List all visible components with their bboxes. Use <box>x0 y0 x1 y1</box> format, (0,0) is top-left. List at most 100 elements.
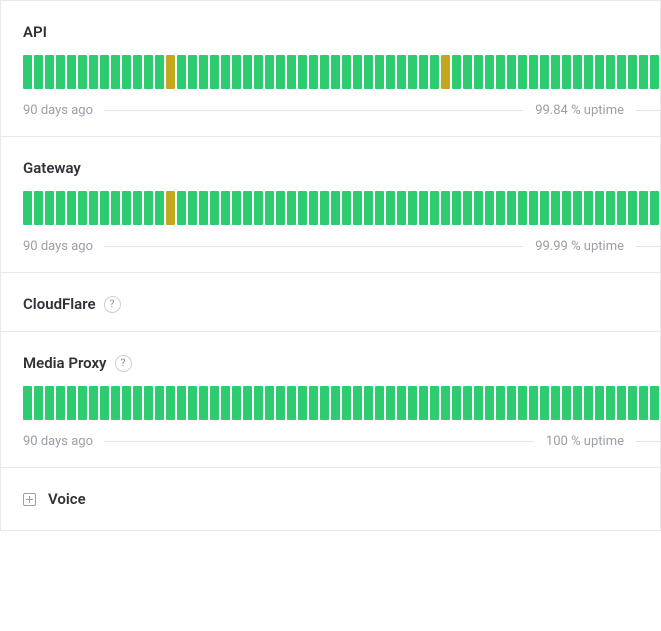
uptime-day-bar[interactable] <box>221 55 230 89</box>
uptime-day-bar[interactable] <box>606 386 615 420</box>
uptime-day-bar[interactable] <box>562 55 571 89</box>
uptime-day-bar[interactable] <box>419 386 428 420</box>
uptime-day-bar[interactable] <box>364 55 373 89</box>
uptime-day-bar[interactable] <box>408 55 417 89</box>
uptime-day-bar[interactable] <box>628 386 637 420</box>
uptime-day-bar[interactable] <box>463 55 472 89</box>
uptime-day-bar[interactable] <box>518 55 527 89</box>
uptime-day-bar[interactable] <box>67 386 76 420</box>
uptime-day-bar[interactable] <box>573 386 582 420</box>
uptime-day-bar[interactable] <box>221 191 230 225</box>
uptime-day-bar[interactable] <box>474 386 483 420</box>
uptime-day-bar[interactable] <box>606 55 615 89</box>
uptime-day-bar[interactable] <box>452 386 461 420</box>
help-icon[interactable]: ? <box>104 296 121 313</box>
uptime-day-bar[interactable] <box>485 386 494 420</box>
uptime-day-bar[interactable] <box>287 386 296 420</box>
uptime-day-bar[interactable] <box>23 386 32 420</box>
uptime-day-bar[interactable] <box>122 191 131 225</box>
component-group-voice[interactable]: Voice <box>1 468 660 530</box>
uptime-day-bar[interactable] <box>133 386 142 420</box>
uptime-day-bar[interactable] <box>56 191 65 225</box>
uptime-day-bar[interactable] <box>606 191 615 225</box>
uptime-day-bar[interactable] <box>496 386 505 420</box>
uptime-day-bar[interactable] <box>551 191 560 225</box>
uptime-day-bar[interactable] <box>298 386 307 420</box>
uptime-day-bar[interactable] <box>430 386 439 420</box>
uptime-day-bar[interactable] <box>518 386 527 420</box>
uptime-day-bar[interactable] <box>617 191 626 225</box>
uptime-day-bar[interactable] <box>441 386 450 420</box>
uptime-day-bar[interactable] <box>353 55 362 89</box>
uptime-day-bar[interactable] <box>166 386 175 420</box>
uptime-day-bar[interactable] <box>397 191 406 225</box>
uptime-day-bar[interactable] <box>177 55 186 89</box>
uptime-day-bar[interactable] <box>144 191 153 225</box>
uptime-day-bar[interactable] <box>78 191 87 225</box>
uptime-day-bar[interactable] <box>386 55 395 89</box>
uptime-day-bar[interactable] <box>342 191 351 225</box>
uptime-day-bar[interactable] <box>89 386 98 420</box>
uptime-day-bar[interactable] <box>474 55 483 89</box>
uptime-day-bar[interactable] <box>386 386 395 420</box>
uptime-day-bar[interactable] <box>188 55 197 89</box>
uptime-day-bar[interactable] <box>639 55 648 89</box>
uptime-day-bar[interactable] <box>221 386 230 420</box>
uptime-day-bar[interactable] <box>276 55 285 89</box>
uptime-day-bar[interactable] <box>177 386 186 420</box>
uptime-day-bar[interactable] <box>144 55 153 89</box>
uptime-day-bar[interactable] <box>111 386 120 420</box>
uptime-day-bar[interactable] <box>265 55 274 89</box>
uptime-day-bar[interactable] <box>375 386 384 420</box>
uptime-day-bar[interactable] <box>375 191 384 225</box>
uptime-day-bar[interactable] <box>639 386 648 420</box>
uptime-day-bar[interactable] <box>353 191 362 225</box>
uptime-day-bar[interactable] <box>408 191 417 225</box>
uptime-day-bar[interactable] <box>232 386 241 420</box>
uptime-day-bar[interactable] <box>551 386 560 420</box>
uptime-day-bar[interactable] <box>331 386 340 420</box>
uptime-day-bar[interactable] <box>320 191 329 225</box>
uptime-day-bar[interactable] <box>639 191 648 225</box>
uptime-day-bar[interactable] <box>254 55 263 89</box>
uptime-day-bar[interactable] <box>540 55 549 89</box>
uptime-day-bar[interactable] <box>166 55 175 89</box>
uptime-day-bar[interactable] <box>320 386 329 420</box>
uptime-day-bar[interactable] <box>573 191 582 225</box>
uptime-day-bar[interactable] <box>573 55 582 89</box>
uptime-day-bar[interactable] <box>452 191 461 225</box>
uptime-day-bar[interactable] <box>45 55 54 89</box>
uptime-day-bar[interactable] <box>320 55 329 89</box>
uptime-day-bar[interactable] <box>584 191 593 225</box>
uptime-day-bar[interactable] <box>463 386 472 420</box>
uptime-day-bar[interactable] <box>342 55 351 89</box>
uptime-day-bar[interactable] <box>254 191 263 225</box>
uptime-day-bar[interactable] <box>364 191 373 225</box>
uptime-day-bar[interactable] <box>309 55 318 89</box>
uptime-day-bar[interactable] <box>276 191 285 225</box>
uptime-day-bar[interactable] <box>540 386 549 420</box>
uptime-day-bar[interactable] <box>188 191 197 225</box>
uptime-day-bar[interactable] <box>276 386 285 420</box>
uptime-day-bar[interactable] <box>122 55 131 89</box>
uptime-day-bar[interactable] <box>199 191 208 225</box>
uptime-day-bar[interactable] <box>309 191 318 225</box>
uptime-day-bar[interactable] <box>650 386 659 420</box>
uptime-day-bar[interactable] <box>265 191 274 225</box>
uptime-day-bar[interactable] <box>364 386 373 420</box>
uptime-day-bar[interactable] <box>56 386 65 420</box>
uptime-day-bar[interactable] <box>584 55 593 89</box>
uptime-day-bar[interactable] <box>78 55 87 89</box>
uptime-day-bar[interactable] <box>232 55 241 89</box>
uptime-day-bar[interactable] <box>595 55 604 89</box>
uptime-day-bar[interactable] <box>419 55 428 89</box>
uptime-day-bar[interactable] <box>507 191 516 225</box>
uptime-day-bar[interactable] <box>485 55 494 89</box>
uptime-day-bar[interactable] <box>166 191 175 225</box>
uptime-day-bar[interactable] <box>397 386 406 420</box>
uptime-day-bar[interactable] <box>353 386 362 420</box>
uptime-day-bar[interactable] <box>408 386 417 420</box>
uptime-day-bar[interactable] <box>496 55 505 89</box>
uptime-day-bar[interactable] <box>430 55 439 89</box>
uptime-day-bar[interactable] <box>89 55 98 89</box>
